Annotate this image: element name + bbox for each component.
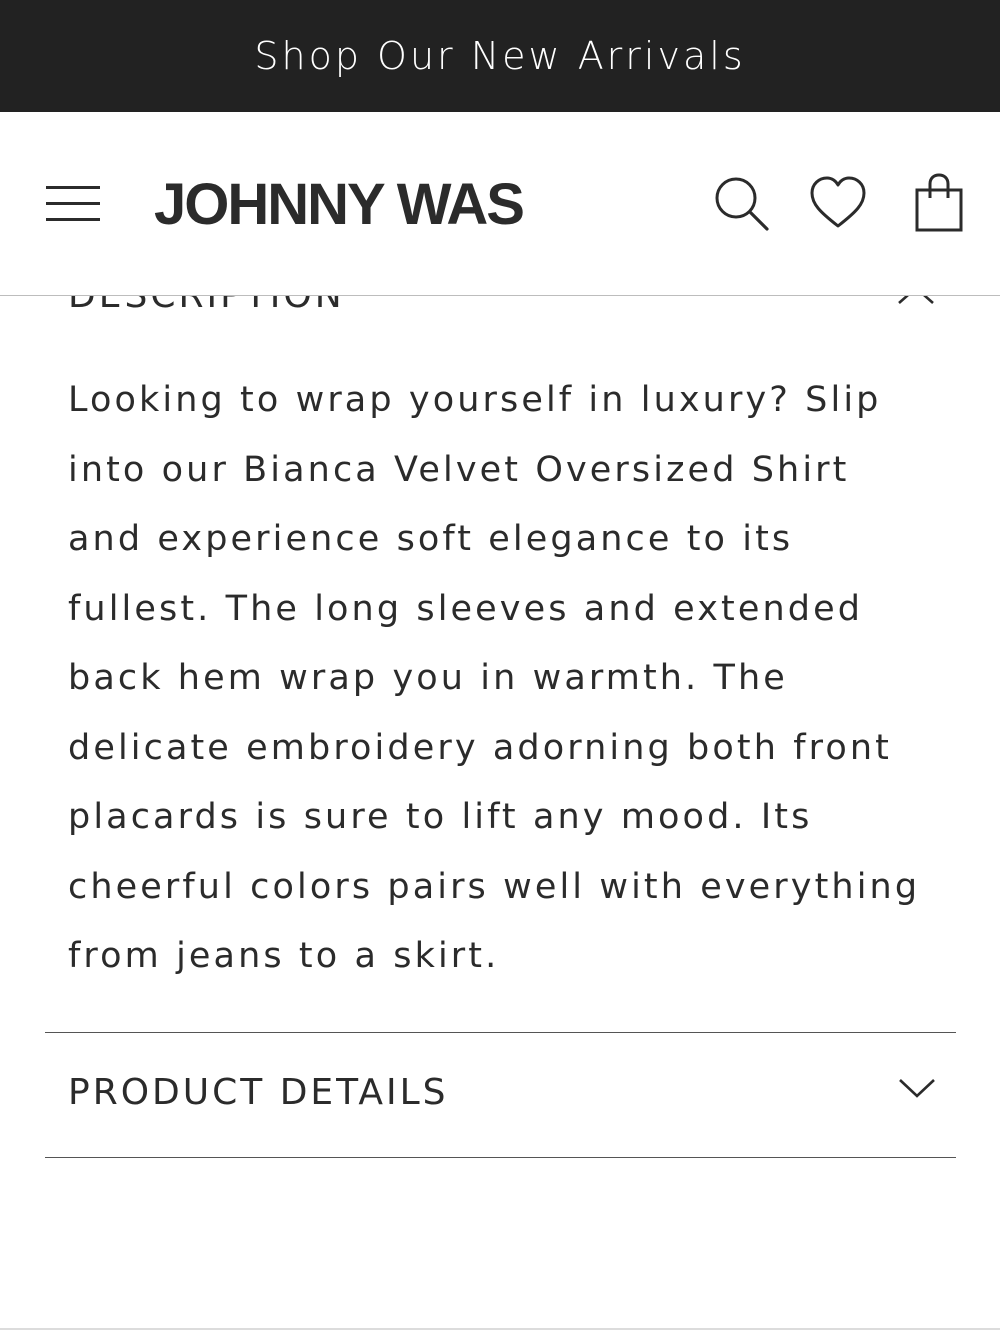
heart-icon[interactable]: [808, 174, 868, 234]
promo-banner[interactable]: Shop Our New Arrivals: [0, 0, 1000, 112]
chevron-down-icon[interactable]: [897, 1077, 937, 1101]
site-header: JOHNNY WAS: [0, 112, 1000, 296]
description-heading[interactable]: DESCRIPTION: [68, 296, 345, 318]
description-text: Looking to wrap yourself in luxury? Slip…: [68, 380, 921, 976]
promo-banner-text[interactable]: Shop Our New Arrivals: [254, 34, 745, 78]
chevron-up-icon[interactable]: [896, 296, 936, 306]
menu-icon[interactable]: [46, 186, 100, 222]
product-info-accordion: DESCRIPTION Looking to wrap yourself in …: [0, 296, 1000, 1330]
divider: [45, 1157, 956, 1158]
product-details-heading[interactable]: PRODUCT DETAILS: [68, 1071, 449, 1115]
product-details-toggle[interactable]: PRODUCT DETAILS: [45, 1033, 956, 1158]
search-icon[interactable]: [712, 174, 772, 234]
bag-icon[interactable]: [912, 172, 972, 232]
site-logo[interactable]: JOHNNY WAS: [154, 170, 525, 240]
